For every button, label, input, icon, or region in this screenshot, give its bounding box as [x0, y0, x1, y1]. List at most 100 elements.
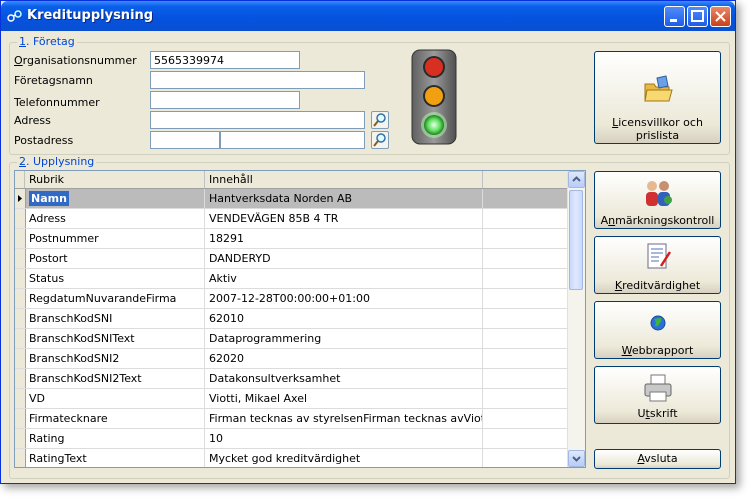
upplysning-legend-num: 2 — [19, 155, 26, 168]
table-row[interactable]: Firmatecknare Firman tecknas av styrelsen… — [15, 409, 569, 429]
cell-rubrik-text: Adress — [29, 212, 66, 225]
close-icon — [715, 11, 726, 22]
maximize-button[interactable] — [687, 6, 708, 27]
cell-innehall[interactable]: 10 — [205, 429, 483, 448]
cell-rubrik[interactable]: BranschKodSNI2Text — [25, 369, 205, 388]
title-bar[interactable]: Kreditupplysning — [1, 1, 735, 31]
foretagsnamn-label: Företagsnamn — [14, 74, 93, 87]
table-row[interactable]: BranschKodSNIText Dataprogrammering — [15, 329, 569, 349]
cell-innehall[interactable]: Hantverksdata Norden AB — [205, 189, 483, 208]
table-row[interactable]: BranschKodSNI2Text Datakonsultverksamhet — [15, 369, 569, 389]
telefon-field[interactable] — [150, 91, 300, 109]
minimize-button[interactable] — [664, 6, 685, 27]
cell-innehall[interactable]: Datakonsultverksamhet — [205, 369, 483, 388]
traffic-yellow — [425, 87, 443, 105]
scroll-up-button[interactable] — [568, 171, 585, 188]
table-row[interactable]: RatingText Mycket god kreditvärdighet — [15, 449, 569, 467]
utskrift-button[interactable]: Utskrift — [594, 366, 721, 424]
utskrift-post: skrift — [649, 407, 678, 420]
foretagsnamn-field[interactable] — [150, 71, 365, 89]
cell-rubrik-text: Postnummer — [29, 232, 99, 245]
foretag-legend-text: . Företag — [26, 35, 75, 48]
cell-rubrik-text: BranschKodSNI — [29, 312, 113, 325]
cell-innehall[interactable]: 18291 — [205, 229, 483, 248]
adress-field[interactable] — [150, 111, 365, 129]
table-row[interactable]: BranschKodSNI 62010 — [15, 309, 569, 329]
cell-rubrik-text: Rating — [29, 432, 65, 445]
table-row[interactable]: Rating 10 — [15, 429, 569, 449]
cell-innehall[interactable]: DANDERYD — [205, 249, 483, 268]
printer-icon — [644, 374, 671, 402]
foretag-legend-num: 1 — [19, 35, 26, 48]
anmarkningskontroll-button[interactable]: Anmärkningskontroll — [594, 171, 721, 229]
foretag-legend: 1. Företag — [17, 35, 77, 48]
licensvillkor-button[interactable]: Licensvillkor och prislista — [594, 51, 721, 144]
cell-innehall[interactable]: Dataprogrammering — [205, 329, 483, 348]
table-row[interactable]: Postort DANDERYD — [15, 249, 569, 269]
cell-rubrik-text: BranschKodSNIText — [29, 332, 135, 345]
cell-innehall[interactable]: 2007-12-28T00:00:00+01:00 — [205, 289, 483, 308]
avsluta-button[interactable]: Avsluta — [594, 449, 721, 469]
cell-rubrik[interactable]: BranschKodSNI2 — [25, 349, 205, 368]
postnummer-field[interactable] — [150, 131, 220, 149]
cell-rubrik[interactable]: RegdatumNuvarandeFirma — [25, 289, 205, 308]
table-row[interactable]: BranschKodSNI2 62020 — [15, 349, 569, 369]
cell-rubrik[interactable]: Adress — [25, 209, 205, 228]
postort-field[interactable] — [220, 131, 365, 149]
cell-rubrik[interactable]: BranschKodSNIText — [25, 329, 205, 348]
anmarkning-post: märkningskontroll — [615, 214, 715, 227]
cell-innehall[interactable]: Mycket god kreditvärdighet — [205, 449, 483, 467]
upplysning-legend-text: . Upplysning — [26, 155, 95, 168]
traffic-red — [425, 58, 443, 76]
table-header: Rubrik Innehåll — [15, 171, 569, 189]
app-icon — [7, 10, 22, 22]
column-header-rubrik[interactable]: Rubrik — [25, 171, 205, 188]
close-button[interactable] — [710, 6, 731, 27]
cell-rubrik[interactable]: VD — [25, 389, 205, 408]
magnifier-icon — [373, 113, 386, 127]
webbrapport-button[interactable]: Webbrapport — [594, 301, 721, 359]
cell-rubrik[interactable]: Firmatecknare — [25, 409, 205, 428]
cell-innehall[interactable]: Viotti, Mikael Axel — [205, 389, 483, 408]
table-scrollbar[interactable] — [567, 171, 585, 467]
cell-innehall[interactable]: 62010 — [205, 309, 483, 328]
upplysning-table[interactable]: Rubrik Innehåll Namn Hantverksdata Norden… — [14, 170, 586, 468]
licensvillkor-caption-2: prislista — [635, 129, 680, 142]
table-row[interactable]: RegdatumNuvarandeFirma 2007-12-28T00:00:0… — [15, 289, 569, 309]
cell-innehall[interactable]: VENDEVÄGEN 85B 4 TR — [205, 209, 483, 228]
cell-rubrik-text: VD — [29, 392, 45, 405]
table-row[interactable]: Adress VENDEVÄGEN 85B 4 TR — [15, 209, 569, 229]
utskrift-pre: U — [637, 407, 646, 420]
cell-rubrik[interactable]: Status — [25, 269, 205, 288]
traffic-light-icon — [411, 49, 457, 145]
cell-rubrik-text: Namn — [29, 191, 69, 206]
kreditupplysning-window: Kreditupplysning 1. Företag Organisation… — [0, 0, 736, 484]
scroll-down-button[interactable] — [568, 450, 585, 467]
cell-innehall[interactable]: 62020 — [205, 349, 483, 368]
column-header-innehall[interactable]: Innehåll — [205, 171, 483, 188]
webbrapport-caption: Webbrapport — [595, 344, 720, 357]
adress-search-button[interactable] — [371, 111, 389, 129]
table-row[interactable]: VD Viotti, Mikael Axel — [15, 389, 569, 409]
cell-rubrik[interactable]: BranschKodSNI — [25, 309, 205, 328]
cell-rubrik-text: BranschKodSNI2 — [29, 352, 120, 365]
cell-rubrik[interactable]: Postort — [25, 249, 205, 268]
cell-rubrik-text: Status — [29, 272, 65, 285]
table-row[interactable]: Postnummer 18291 — [15, 229, 569, 249]
traffic-green — [424, 115, 444, 135]
table-row[interactable]: Namn Hantverksdata Norden AB — [15, 189, 569, 209]
cell-rubrik[interactable]: RatingText — [25, 449, 205, 467]
org-number-field[interactable]: 5565339974 — [150, 51, 300, 69]
table-row[interactable]: Status Aktiv — [15, 269, 569, 289]
postadress-search-button[interactable] — [371, 131, 389, 149]
cell-rubrik-text: RegdatumNuvarandeFirma — [29, 292, 177, 305]
cell-innehall[interactable]: Aktiv — [205, 269, 483, 288]
cell-rubrik[interactable]: Postnummer — [25, 229, 205, 248]
cell-rubrik-text: RatingText — [29, 452, 87, 465]
scroll-thumb[interactable] — [569, 190, 583, 290]
cell-rubrik[interactable]: Namn — [25, 189, 205, 208]
kreditvardighet-button[interactable]: Kreditvärdighet — [594, 236, 721, 294]
cell-rubrik[interactable]: Rating — [25, 429, 205, 448]
cell-innehall[interactable]: Firman tecknas av styrelsenFirman teckna… — [205, 409, 483, 428]
avsluta-post: vsluta — [644, 452, 678, 465]
